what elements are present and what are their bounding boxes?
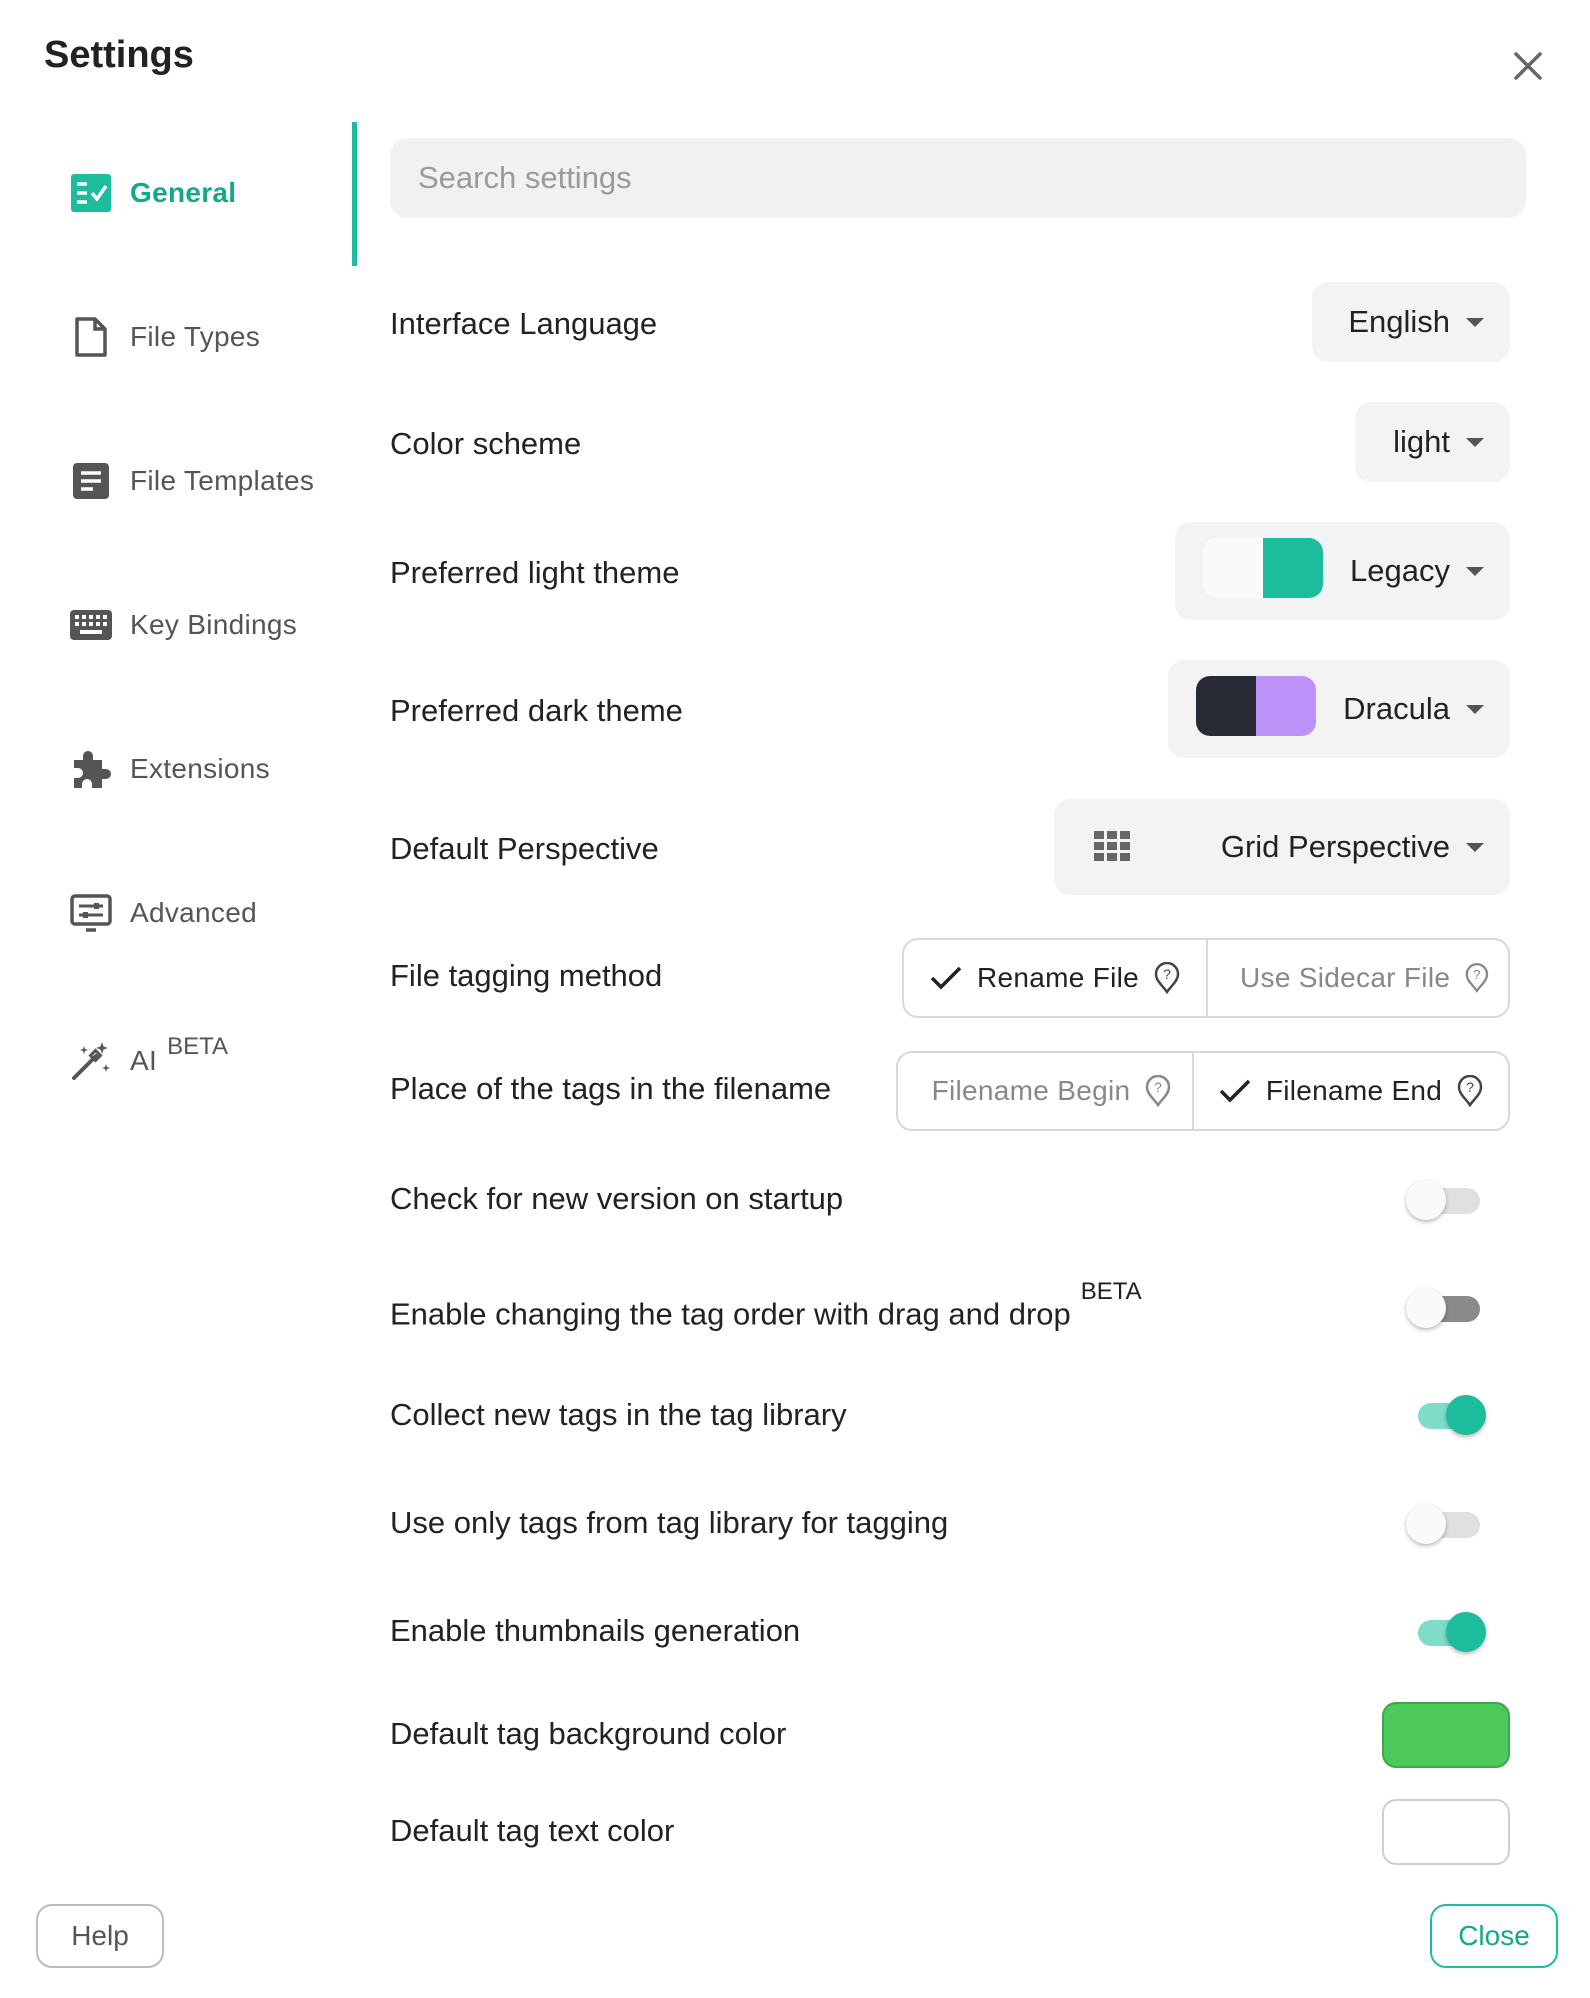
document-icon [70,460,112,502]
option-label: Rename File [976,962,1140,993]
interface-language-select[interactable]: English [1312,282,1510,362]
check-icon [1219,1079,1251,1103]
keyboard-icon [70,604,112,646]
filename-begin-button[interactable]: Filename Begin ? [898,1053,1192,1129]
settings-panel-icon [70,892,112,934]
tagging-method-label: File tagging method [390,958,663,993]
sidebar-item-key-bindings[interactable]: Key Bindings [70,600,297,650]
sidebar-item-label: AI [130,1045,158,1076]
checklist-icon [70,172,112,214]
sidebar-item-advanced[interactable]: Advanced [70,888,257,938]
sidebar-item-label: Extensions [130,753,270,784]
swatch-color-accent [1263,538,1323,598]
chevron-down-icon [1466,566,1484,576]
sidebar-item-label: File Types [130,321,261,352]
sidebar-item-extensions[interactable]: Extensions [70,744,270,794]
help-icon[interactable]: ? [1144,1075,1172,1107]
tagging-method-toggle: Rename File ? Use Sidecar File ? [902,938,1510,1018]
close-button[interactable]: Close [1430,1904,1558,1968]
sidebar-item-label: Advanced [130,897,257,928]
option-label: Filename End [1265,1075,1443,1106]
switch-thumb [1406,1180,1446,1220]
tag-text-color-picker[interactable] [1382,1799,1510,1865]
interface-language-label: Interface Language [390,306,658,341]
sidebar-item-general[interactable]: General [70,168,236,218]
switch-thumb [1446,1395,1486,1435]
use-sidecar-file-button[interactable]: Use Sidecar File ? [1206,940,1508,1016]
sidebar-item-label: General [130,177,237,208]
theme-swatch [1203,538,1323,598]
sidebar-item-label: File Templates [130,465,315,496]
light-theme-label: Preferred light theme [390,555,680,590]
grid-icon [1094,831,1130,866]
theme-swatch [1196,676,1316,736]
tag-bg-color-picker[interactable] [1382,1702,1510,1768]
switch-thumb [1446,1612,1486,1652]
collect-tags-switch[interactable] [1406,1393,1486,1437]
help-icon[interactable]: ? [1456,1075,1484,1107]
dark-theme-label: Preferred dark theme [390,693,683,728]
check-version-switch[interactable] [1406,1178,1486,1222]
beta-badge: BETA [167,1033,228,1060]
tag-text-color-label: Default tag text color [390,1813,675,1848]
chevron-down-icon [1466,437,1484,447]
select-value: light [1393,424,1450,459]
default-perspective-select[interactable]: Grid Perspective [1054,799,1510,895]
thumbnails-label: Enable thumbnails generation [390,1613,801,1648]
option-label: Use Sidecar File [1240,962,1451,993]
chevron-down-icon [1466,317,1484,327]
puzzle-icon [70,748,112,790]
option-label: Filename Begin [931,1075,1131,1106]
tag-place-toggle: Filename Begin ? Filename End ? [896,1051,1510,1131]
only-library-tags-switch[interactable] [1406,1502,1486,1546]
dialog-title: Settings [44,34,194,76]
light-theme-select[interactable]: Legacy [1175,522,1510,620]
drag-drop-order-switch[interactable] [1406,1286,1486,1330]
collect-tags-label: Collect new tags in the tag library [390,1397,847,1432]
chevron-down-icon [1466,704,1484,714]
help-button[interactable]: Help [36,1904,164,1968]
tag-bg-color-label: Default tag background color [390,1716,787,1751]
search-input[interactable] [390,138,1526,218]
svg-text:?: ? [1154,1079,1162,1095]
switch-thumb [1406,1504,1446,1544]
svg-text:?: ? [1466,1079,1474,1095]
tag-place-label: Place of the tags in the filename [390,1071,832,1106]
switch-thumb [1406,1288,1446,1328]
select-value: Grid Perspective [1220,829,1450,864]
default-perspective-label: Default Perspective [390,831,659,866]
select-value: English [1348,304,1450,339]
sidebar-item-ai[interactable]: AI BETA [70,1033,228,1086]
svg-text:?: ? [1474,967,1481,982]
sidebar-item-file-templates[interactable]: File Templates [70,456,314,506]
chevron-down-icon [1466,842,1484,852]
sidebar-active-indicator [352,122,357,266]
magic-wand-icon [70,1040,112,1082]
beta-badge: BETA [1080,1278,1142,1305]
color-scheme-label: Color scheme [390,426,582,461]
thumbnails-switch[interactable] [1406,1610,1486,1654]
setting-label-text: Enable changing the tag order with drag … [390,1296,1071,1332]
swatch-color-dark [1196,676,1256,736]
select-value: Dracula [1343,691,1450,726]
sidebar-item-file-types[interactable]: File Types [70,312,260,362]
swatch-color-light [1203,538,1263,598]
color-scheme-select[interactable]: light [1355,402,1510,482]
close-icon[interactable] [1508,46,1548,86]
drag-drop-order-label: Enable changing the tag order with drag … [390,1278,1142,1332]
file-icon [70,316,112,358]
dark-theme-select[interactable]: Dracula [1168,660,1510,758]
svg-text:?: ? [1163,966,1171,982]
check-icon [930,966,962,990]
sidebar-item-label: Key Bindings [130,609,298,640]
swatch-color-accent [1256,676,1316,736]
only-library-tags-label: Use only tags from tag library for taggi… [390,1505,949,1540]
help-icon[interactable]: ? [1153,962,1181,994]
help-icon[interactable]: ? [1464,962,1490,994]
check-version-label: Check for new version on startup [390,1181,844,1216]
select-value: Legacy [1350,553,1450,588]
rename-file-button[interactable]: Rename File ? [904,940,1206,1016]
filename-end-button[interactable]: Filename End ? [1192,1053,1508,1129]
